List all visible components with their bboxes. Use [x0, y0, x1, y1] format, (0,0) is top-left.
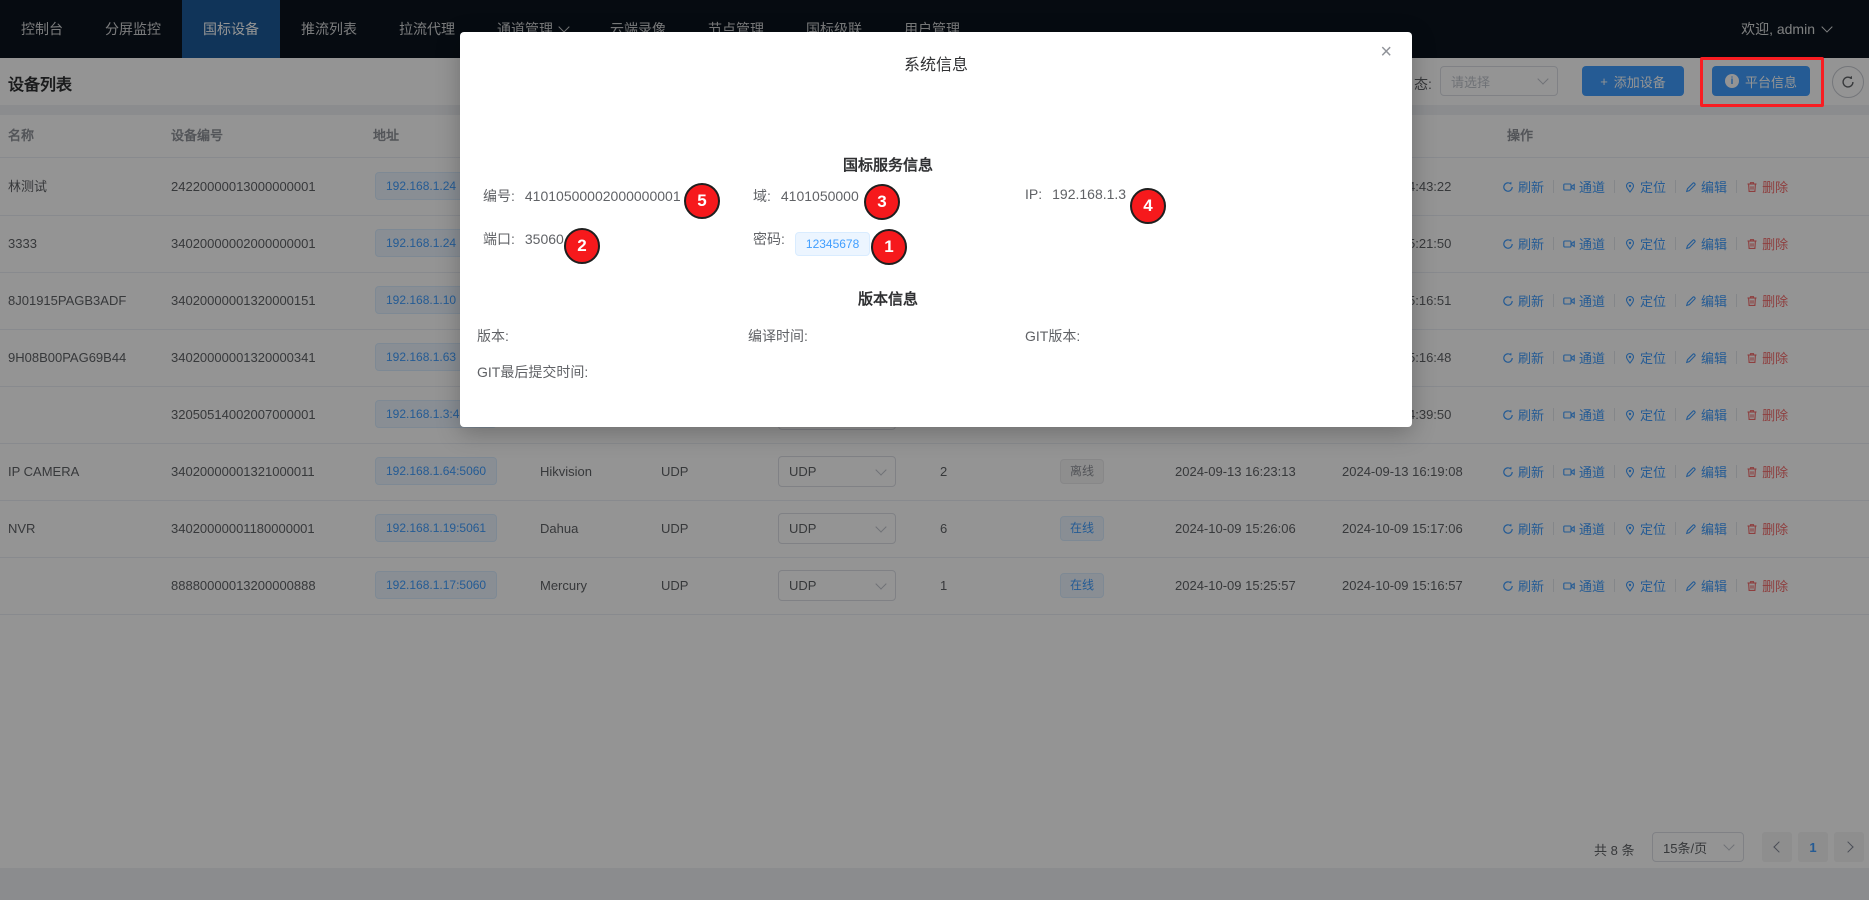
annotation-badge: 5 — [684, 183, 720, 219]
close-icon[interactable]: × — [1380, 42, 1392, 62]
git-last-commit-label: GIT最后提交时间: — [477, 364, 588, 380]
gb-port-label: 端口: — [483, 231, 515, 247]
gb-domain-field: 域: 4101050000 — [753, 186, 859, 206]
gb-password-label: 密码: — [753, 231, 785, 247]
git-last-commit-field: GIT最后提交时间: — [477, 362, 598, 382]
annotation-badge: 3 — [864, 184, 900, 220]
git-version-label: GIT版本: — [1025, 328, 1080, 344]
annotation-rectangle — [1700, 57, 1824, 107]
build-time-field: 编译时间: — [748, 326, 818, 346]
gb-port-field: 端口: 35060 — [483, 229, 564, 249]
build-time-label: 编译时间: — [748, 328, 808, 344]
gb-domain-value: 4101050000 — [781, 188, 859, 204]
gb-ip-label: IP: — [1025, 186, 1042, 202]
version-section-title: 版本信息 — [480, 288, 1296, 309]
modal-title: 系统信息 — [460, 51, 1412, 75]
version-field: 版本: — [477, 326, 519, 346]
gb-password-field: 密码: 12345678 — [753, 229, 870, 256]
gb-port-value: 35060 — [525, 231, 564, 247]
gb-id-value: 41010500002000000001 — [525, 188, 681, 204]
gb-ip-value: 192.168.1.3 — [1052, 186, 1126, 202]
annotation-badge: 1 — [871, 229, 907, 265]
annotation-badge: 2 — [564, 228, 600, 264]
annotation-badge: 4 — [1130, 188, 1166, 224]
page-root: 控制台分屏监控国标设备推流列表拉流代理通道管理云端录像节点管理国标级联用户管理 … — [0, 0, 1869, 900]
gb-id-label: 编号: — [483, 188, 515, 204]
gb-domain-label: 域: — [753, 188, 771, 204]
gb-section-title: 国标服务信息 — [480, 154, 1296, 175]
git-version-field: GIT版本: — [1025, 326, 1090, 346]
gb-password-value-tag: 12345678 — [795, 232, 870, 256]
gb-ip-field: IP: 192.168.1.3 — [1025, 186, 1126, 202]
version-label: 版本: — [477, 328, 509, 344]
gb-id-field: 编号: 41010500002000000001 — [483, 186, 681, 206]
system-info-modal: 系统信息 × 国标服务信息 编号: 41010500002000000001 域:… — [460, 32, 1412, 427]
